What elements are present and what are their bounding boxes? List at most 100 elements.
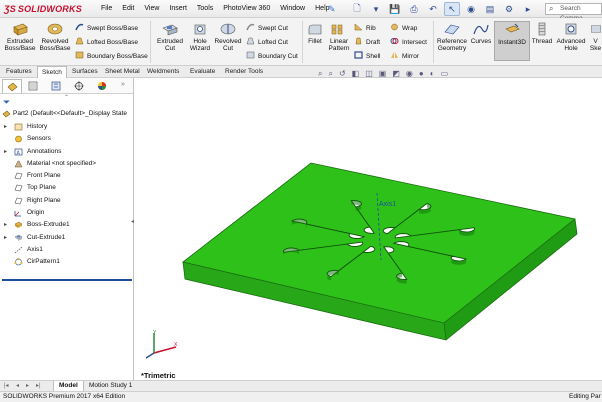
part-model[interactable]: Axis1: [135, 78, 602, 380]
rebuild-icon[interactable]: ◉: [463, 2, 479, 16]
prev-tab-icon[interactable]: ◂: [16, 382, 19, 389]
revolved-boss-button[interactable]: Revolved Boss/Base: [38, 22, 72, 52]
boundary-cut-button[interactable]: Boundary Cut: [246, 51, 298, 61]
revolved-cut-button[interactable]: Revolved Cut: [214, 22, 242, 52]
revolved-boss-icon: [47, 23, 63, 35]
graphics-area[interactable]: Axis1: [135, 78, 602, 380]
expand-panel-icon[interactable]: »: [121, 81, 125, 88]
first-tab-icon[interactable]: |◂: [4, 382, 9, 389]
tab-surfaces[interactable]: Surfaces: [68, 66, 102, 78]
ribbon-separator: [150, 21, 151, 63]
menu-window[interactable]: Window: [280, 5, 305, 12]
display-manager-tab-icon[interactable]: [92, 79, 112, 93]
tab-features[interactable]: Features: [2, 66, 36, 78]
feature-manager-panel: » ⌃ ⏷ Part2 (Default<<Default>_Display S…: [0, 78, 134, 380]
filter-icon[interactable]: ⏷: [3, 97, 10, 108]
extruded-boss-icon: [13, 23, 28, 36]
shell-button[interactable]: Shell: [354, 51, 380, 61]
select-icon[interactable]: ↖: [444, 2, 460, 16]
tree-item-front-plane[interactable]: Front Plane: [0, 170, 134, 182]
tree-item-history[interactable]: ▸ History: [0, 121, 134, 133]
dimxpert-tab-icon[interactable]: [69, 79, 89, 93]
menu-view[interactable]: View: [144, 5, 159, 12]
menu-photoview[interactable]: PhotoView 360: [223, 5, 270, 12]
curves-button[interactable]: Curves: [470, 22, 492, 45]
feature-tree: ▸ History Sensors ▸ A Annotations Materi…: [0, 121, 134, 269]
swept-boss-button[interactable]: Swept Boss/Base: [75, 23, 138, 33]
svg-text:Y: Y: [153, 330, 157, 336]
menu-tools[interactable]: Tools: [197, 5, 213, 12]
revolved-cut-icon: [220, 23, 236, 35]
configuration-manager-tab-icon[interactable]: [46, 79, 66, 93]
tab-weldments[interactable]: Weldments: [143, 66, 183, 78]
vent-sketch-button[interactable]: V Ske: [589, 22, 602, 52]
last-tab-icon[interactable]: ▸|: [36, 382, 41, 389]
expand-icon[interactable]: ▸: [520, 2, 536, 16]
quick-access-toolbar: 🗋 ▾ 💾 ⎙ ↶ ↖ ◉ ▤ ⚙ ▸: [349, 2, 536, 16]
advanced-hole-button[interactable]: Advanced Hole: [555, 22, 587, 52]
open-icon[interactable]: ▾: [368, 2, 384, 16]
draft-button[interactable]: Draft: [354, 37, 380, 47]
reference-geometry-button[interactable]: Reference Geometry: [435, 22, 469, 52]
annotations-icon: A: [14, 148, 23, 156]
swept-cut-button[interactable]: Swept Cut: [246, 23, 288, 33]
intersect-button[interactable]: Intersect: [390, 37, 427, 47]
plane-icon: [14, 172, 23, 180]
undo-icon[interactable]: ↶: [425, 2, 441, 16]
title-bar: ƷS SOLIDWORKS File Edit View Insert Tools…: [0, 0, 602, 22]
instant3d-button[interactable]: Instant3D: [494, 21, 530, 61]
tab-render-tools[interactable]: Render Tools: [221, 66, 267, 78]
save-icon[interactable]: 💾: [387, 2, 403, 16]
extruded-cut-button[interactable]: Extruded Cut: [154, 22, 186, 52]
tree-item-axis1[interactable]: Axis1: [0, 244, 134, 256]
rib-icon: [354, 23, 363, 31]
search-input[interactable]: ⌕ Search Comma: [545, 3, 602, 22]
thread-button[interactable]: Thread: [531, 22, 553, 45]
mirror-button[interactable]: Mirror: [390, 51, 419, 61]
tree-item-material[interactable]: Material <not specified>: [0, 158, 134, 170]
tree-item-cut-extrude1[interactable]: ▸ Cut-Extrude1: [0, 232, 134, 244]
feature-manager-tab-icon[interactable]: [2, 79, 22, 93]
property-manager-tab-icon[interactable]: [23, 79, 43, 93]
menu-file[interactable]: File: [101, 5, 112, 12]
menu-insert[interactable]: Insert: [169, 5, 187, 12]
tab-sheet-metal[interactable]: Sheet Metal: [101, 66, 144, 78]
tree-item-annotations[interactable]: ▸ A Annotations: [0, 146, 134, 158]
axis-label: Axis1: [379, 201, 396, 208]
rib-button[interactable]: Rib: [354, 23, 376, 33]
tree-item-boss-extrude1[interactable]: ▸ Boss-Extrude1: [0, 219, 134, 231]
vent-icon: [590, 25, 601, 33]
hole-wizard-button[interactable]: Hole Wizard: [186, 22, 214, 52]
fillet-button[interactable]: Fillet: [304, 22, 326, 45]
tab-sketch[interactable]: Sketch: [37, 66, 67, 78]
new-document-icon[interactable]: 🗋: [349, 2, 365, 16]
lofted-cut-button[interactable]: Lofted Cut: [246, 37, 288, 47]
instant3d-icon: [505, 23, 520, 33]
tree-item-cirpattern1[interactable]: CirPattern1: [0, 256, 134, 268]
extruded-boss-button[interactable]: Extruded Boss/Base: [4, 22, 36, 52]
ribbon-separator: [433, 21, 434, 63]
pin-icon[interactable]: ✎: [328, 4, 336, 15]
plate-top-face: [182, 162, 576, 324]
linear-pattern-button[interactable]: Linear Pattern: [326, 22, 352, 52]
rollback-bar[interactable]: [2, 279, 132, 281]
boundary-boss-button[interactable]: Boundary Boss/Base: [75, 51, 148, 61]
print-icon[interactable]: ⎙: [406, 2, 422, 16]
next-tab-icon[interactable]: ▸: [26, 382, 29, 389]
lofted-boss-button[interactable]: Lofted Boss/Base: [75, 37, 138, 47]
command-manager: Extruded Boss/Base Revolved Boss/Base Sw…: [0, 18, 602, 66]
file-properties-icon[interactable]: ▤: [482, 2, 498, 16]
tree-item-right-plane[interactable]: Right Plane: [0, 195, 134, 207]
collapse-handle-icon[interactable]: ⌃: [64, 94, 69, 101]
tab-evaluate[interactable]: Evaluate: [186, 66, 219, 78]
options-icon[interactable]: ⚙: [501, 2, 517, 16]
wrap-button[interactable]: Wrap: [390, 23, 417, 33]
extruded-cut-icon: [162, 24, 178, 36]
tree-item-origin[interactable]: Origin: [0, 207, 134, 219]
tree-item-top-plane[interactable]: Top Plane: [0, 182, 134, 194]
tree-root-part[interactable]: Part2 (Default<<Default>_Display State: [0, 108, 134, 120]
menu-edit[interactable]: Edit: [122, 5, 134, 12]
tree-item-sensors[interactable]: Sensors: [0, 133, 134, 145]
model-tabs-bar: |◂ ◂ ▸ ▸| Model Motion Study 1: [0, 380, 602, 392]
part-icon: [2, 110, 11, 118]
